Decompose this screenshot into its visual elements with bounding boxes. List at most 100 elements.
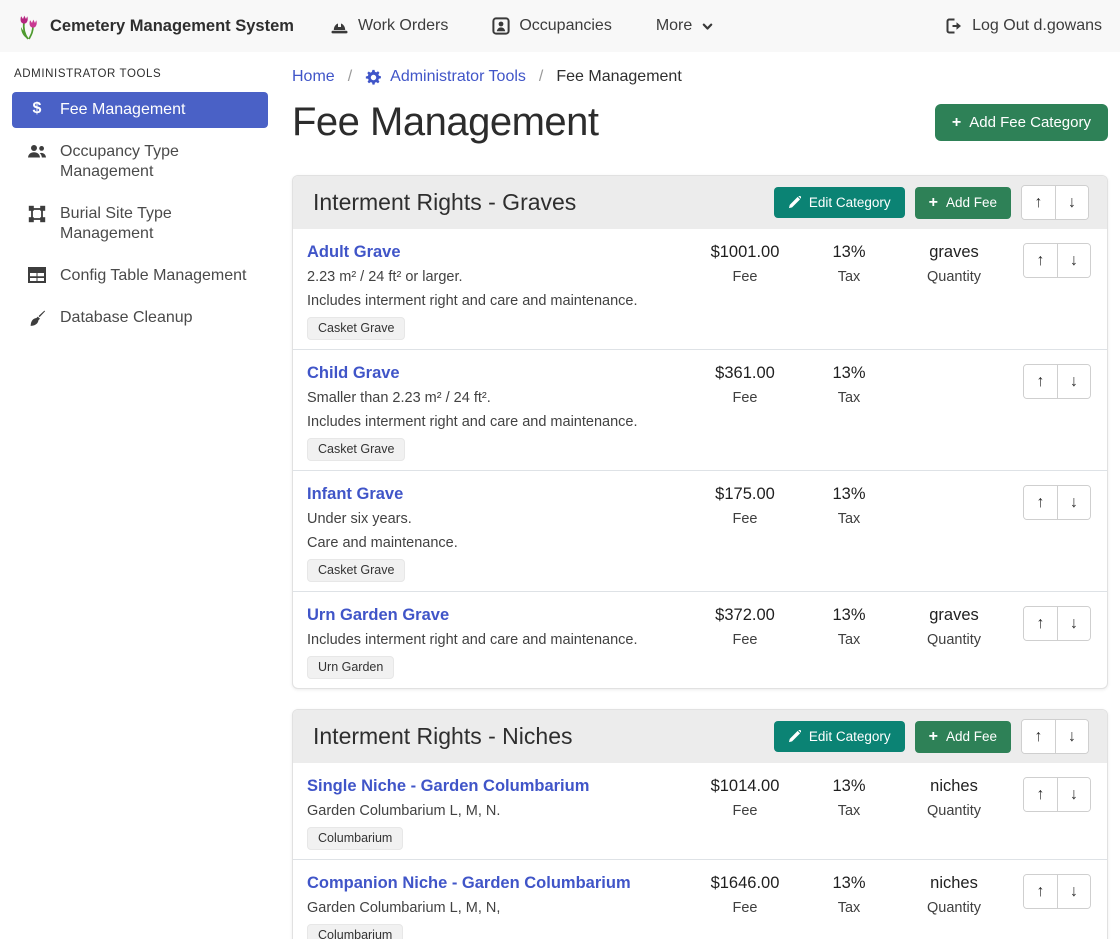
fee-move-down-button[interactable]: ↓ [1057, 486, 1090, 519]
fee-amount-column: $1646.00Fee [691, 874, 799, 916]
fee-move-down-button[interactable]: ↓ [1057, 778, 1090, 811]
add-fee-label: Add Fee [946, 195, 997, 210]
fee-row: Infant GraveUnder six years.Care and mai… [293, 471, 1107, 592]
fee-move-up-button[interactable]: ↑ [1024, 778, 1057, 811]
sidebar-item-label: Burial Site Type Management [60, 204, 258, 244]
fee-amount-label: Fee [691, 269, 799, 285]
pencil-icon [788, 196, 801, 209]
main-content: Home/Administrator Tools/Fee Management … [280, 52, 1120, 939]
page-header: Fee Management + Add Fee Category [292, 100, 1108, 145]
fee-type-badge: Columbarium [307, 827, 403, 850]
sidebar-item-label: Database Cleanup [60, 308, 193, 328]
fee-name-link[interactable]: Infant Grave [307, 485, 403, 503]
tax-rate-value: 13% [799, 243, 899, 261]
tax-rate-column: 13%Tax [799, 485, 899, 527]
fee-row-actions: ↑↓ [1009, 485, 1091, 520]
nav-item-work-orders[interactable]: Work Orders [330, 17, 448, 35]
fee-row: Child GraveSmaller than 2.23 m² / 24 ft²… [293, 350, 1107, 471]
fee-amount-column: $1014.00Fee [691, 777, 799, 819]
fee-type-badge: Columbarium [307, 924, 403, 939]
fee-move-down-button[interactable]: ↓ [1057, 607, 1090, 640]
fee-details: Companion Niche - Garden ColumbariumGard… [307, 874, 691, 939]
quantity-label: Quantity [899, 269, 1009, 285]
nav-item-label: More [656, 17, 692, 35]
fee-details: Infant GraveUnder six years.Care and mai… [307, 485, 691, 582]
fee-move-down-button[interactable]: ↓ [1057, 365, 1090, 398]
main-nav: Work Orders Occupancies More [330, 17, 945, 35]
arrow-down-icon: ↓ [1070, 374, 1078, 390]
logout-label: Log Out d.gowans [972, 17, 1102, 35]
gear-icon [365, 69, 382, 86]
fee-name-link[interactable]: Urn Garden Grave [307, 606, 449, 624]
category-move-down-button[interactable]: ↓ [1055, 720, 1088, 753]
add-fee-category-label: Add Fee Category [969, 114, 1091, 131]
breadcrumb: Home/Administrator Tools/Fee Management [292, 68, 1108, 86]
fee-move-down-button[interactable]: ↓ [1057, 244, 1090, 277]
fee-move-up-button[interactable]: ↑ [1024, 365, 1057, 398]
tax-rate-column: 13%Tax [799, 777, 899, 819]
fee-amount-value: $372.00 [691, 606, 799, 624]
fee-name-link[interactable]: Single Niche - Garden Columbarium [307, 777, 589, 795]
category-reorder-controls: ↑↓ [1021, 185, 1089, 220]
fee-badges: Columbarium [307, 924, 683, 939]
quantity-column: nichesQuantity [899, 777, 1009, 819]
app-brand[interactable]: Cemetery Management System [18, 13, 294, 40]
category-move-up-button[interactable]: ↑ [1022, 186, 1055, 219]
nav-item-more[interactable]: More [656, 17, 714, 35]
fee-category-list: Interment Rights - GravesEdit Category+A… [292, 175, 1108, 939]
fee-amount-value: $1001.00 [691, 243, 799, 261]
fee-amount-label: Fee [691, 390, 799, 406]
nav-item-occupancies[interactable]: Occupancies [492, 17, 612, 35]
sidebar-item-burial-site-type-management[interactable]: Burial Site Type Management [12, 196, 268, 252]
fee-amount-column: $1001.00 Fee [691, 243, 799, 285]
sidebar-item-config-table-management[interactable]: Config Table Management [12, 258, 268, 294]
fee-reorder-controls: ↑↓ [1023, 777, 1091, 812]
fee-row-actions: ↑↓ [1009, 777, 1091, 812]
fee-type-badge: Casket Grave [307, 559, 405, 582]
fee-row: Urn Garden GraveIncludes interment right… [293, 592, 1107, 688]
occupancy-frame-icon [492, 17, 510, 35]
fee-move-down-button[interactable]: ↓ [1057, 875, 1090, 908]
fee-type-badge: Casket Grave [307, 317, 405, 340]
arrow-up-icon: ↑ [1037, 253, 1045, 269]
add-fee-button[interactable]: +Add Fee [915, 187, 1011, 219]
category-move-down-button[interactable]: ↓ [1055, 186, 1088, 219]
fee-name-link[interactable]: Child Grave [307, 364, 400, 382]
sidebar-item-fee-management[interactable]: $Fee Management [12, 92, 268, 128]
breadcrumb-separator: / [539, 68, 543, 86]
breadcrumb-item-administrator-tools[interactable]: Administrator Tools [365, 68, 526, 86]
add-fee-label: Add Fee [946, 729, 997, 744]
fee-move-up-button[interactable]: ↑ [1024, 486, 1057, 519]
pencil-icon [788, 730, 801, 743]
edit-category-button[interactable]: Edit Category [774, 187, 905, 218]
tax-rate-column: 13%Tax [799, 606, 899, 648]
fee-move-up-button[interactable]: ↑ [1024, 607, 1057, 640]
quantity-column: gravesQuantity [899, 243, 1009, 285]
add-fee-category-button[interactable]: + Add Fee Category [935, 104, 1108, 141]
fee-row: Adult Grave2.23 m² / 24 ft² or larger.In… [293, 229, 1107, 350]
tax-rate-label: Tax [799, 632, 899, 648]
sidebar-item-database-cleanup[interactable]: Database Cleanup [12, 300, 268, 336]
breadcrumb-item-home[interactable]: Home [292, 68, 335, 86]
sidebar-nav: $Fee Management Occupancy Type Management… [12, 92, 268, 336]
fee-move-up-button[interactable]: ↑ [1024, 244, 1057, 277]
category-title: Interment Rights - Niches [313, 723, 764, 750]
tax-rate-value: 13% [799, 485, 899, 503]
tax-rate-value: 13% [799, 874, 899, 892]
edit-category-button[interactable]: Edit Category [774, 721, 905, 752]
category-move-up-button[interactable]: ↑ [1022, 720, 1055, 753]
sidebar-item-occupancy-type-management[interactable]: Occupancy Type Management [12, 134, 268, 190]
fee-move-up-button[interactable]: ↑ [1024, 875, 1057, 908]
fee-amount-label: Fee [691, 900, 799, 916]
fee-badges: Casket Grave [307, 317, 683, 340]
logout-button[interactable]: Log Out d.gowans [945, 17, 1102, 35]
fee-details: Child GraveSmaller than 2.23 m² / 24 ft²… [307, 364, 691, 461]
fee-name-link[interactable]: Adult Grave [307, 243, 401, 261]
arrow-up-icon: ↑ [1037, 616, 1045, 632]
nav-item-label: Occupancies [519, 17, 612, 35]
add-fee-button[interactable]: +Add Fee [915, 721, 1011, 753]
fee-name-link[interactable]: Companion Niche - Garden Columbarium [307, 874, 631, 892]
chevron-down-icon [701, 20, 714, 33]
fee-description: Care and maintenance. [307, 535, 683, 551]
arrow-up-icon: ↑ [1037, 495, 1045, 511]
